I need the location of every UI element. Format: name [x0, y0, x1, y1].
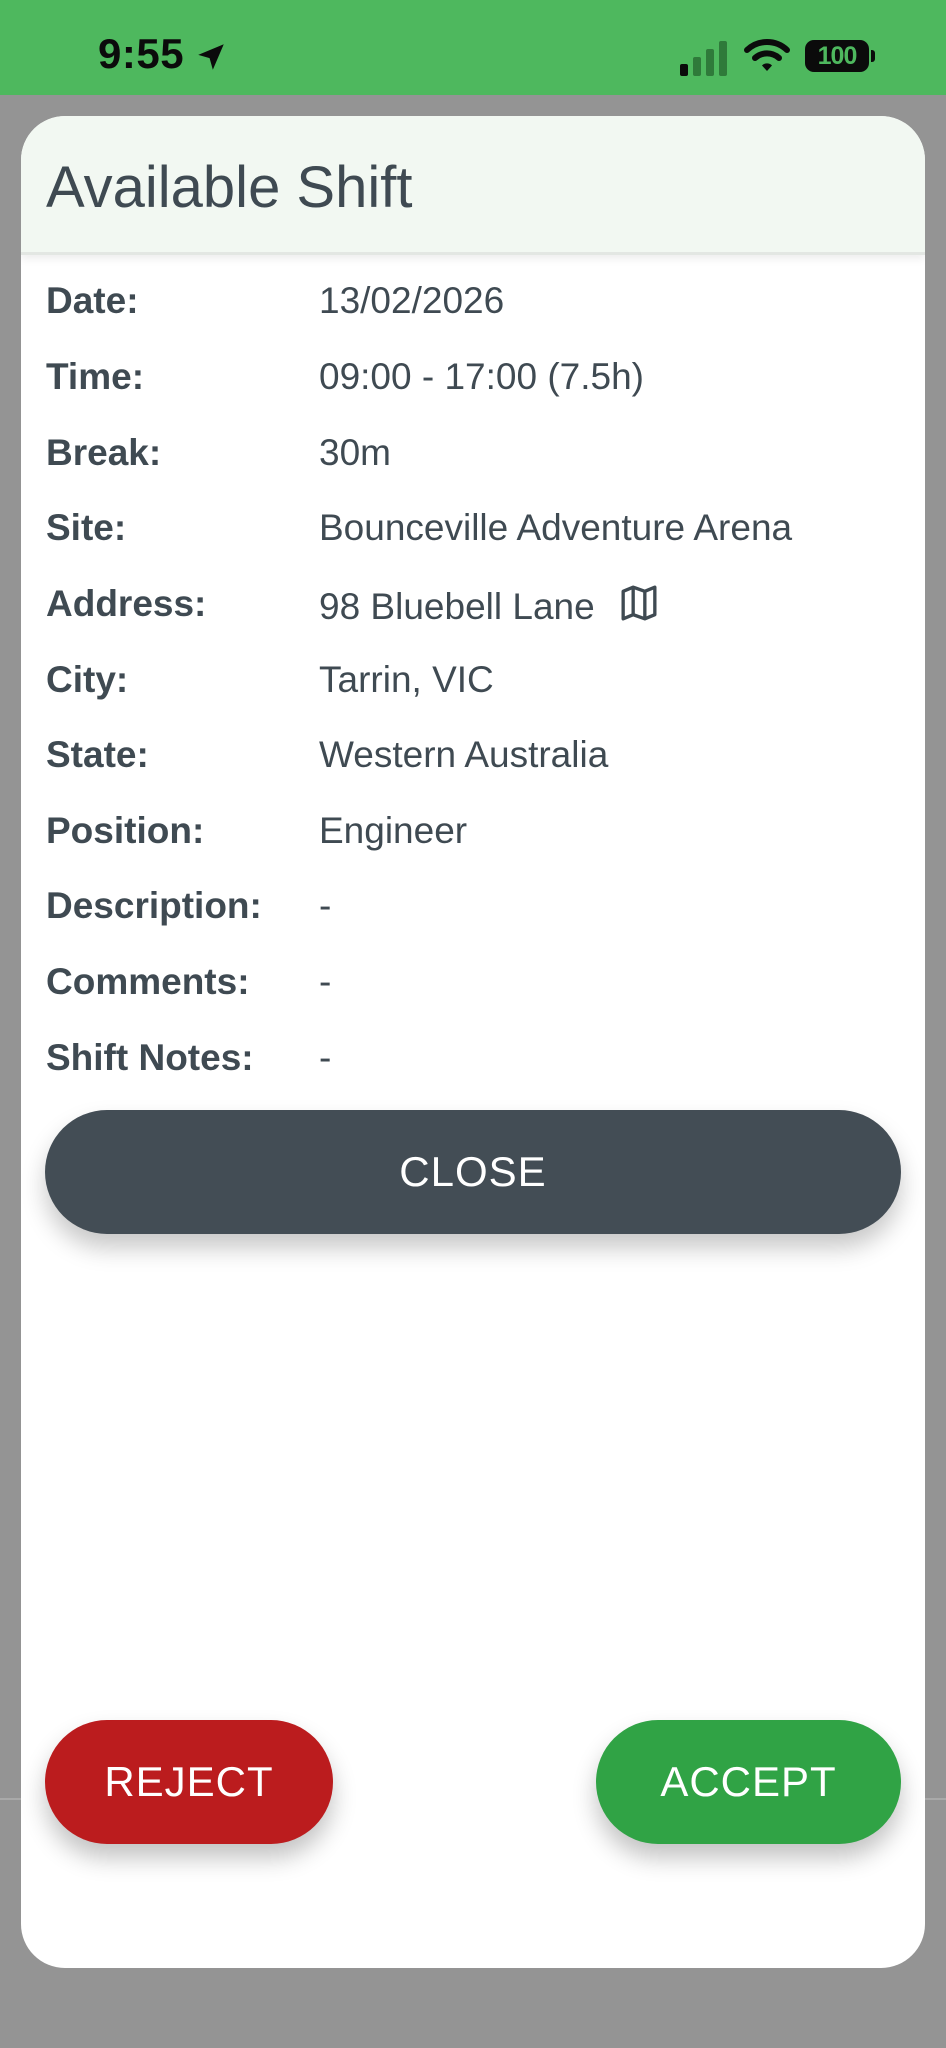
detail-row-city: City: Tarrin, VIC [46, 659, 906, 719]
wifi-icon [744, 39, 790, 71]
detail-value: Tarrin, VIC [319, 659, 494, 700]
detail-label: Address: [46, 583, 207, 624]
detail-label: Position: [46, 810, 205, 851]
detail-label: Comments: [46, 961, 250, 1002]
detail-row-state: State: Western Australia [46, 734, 906, 794]
detail-value: 09:00 - 17:00 (7.5h) [319, 356, 644, 397]
detail-label: State: [46, 734, 149, 775]
detail-row-description: Description: - [46, 885, 906, 945]
detail-label: Time: [46, 356, 145, 397]
detail-row-comments: Comments: - [46, 961, 906, 1021]
dialog-header: Available Shift [21, 116, 925, 255]
detail-label: City: [46, 659, 129, 700]
detail-value: - [319, 1037, 332, 1078]
detail-label: Date: [46, 280, 139, 321]
detail-row-break: Break: 30m [46, 432, 906, 492]
detail-row-shift-notes: Shift Notes: - [46, 1037, 906, 1097]
cellular-signal-icon [680, 41, 727, 76]
detail-row-date: Date: 13/02/2026 [46, 280, 906, 340]
detail-value[interactable]: 98 Bluebell Lane [319, 586, 595, 627]
detail-label: Description: [46, 885, 262, 926]
close-button[interactable]: CLOSE [45, 1110, 901, 1234]
address-value[interactable]: 98 Bluebell Lane [319, 583, 659, 628]
map-icon[interactable] [619, 583, 659, 623]
battery-level: 100 [817, 42, 858, 70]
detail-value: 30m [319, 432, 391, 473]
battery-tip [871, 50, 875, 62]
detail-value: Bounceville Adventure Arena [319, 507, 793, 548]
detail-label: Shift Notes: [46, 1037, 254, 1078]
detail-value: 13/02/2026 [319, 280, 505, 321]
status-time: 9:55 [98, 30, 185, 77]
status-bar: 9:55 100 [0, 0, 946, 95]
detail-value: Engineer [319, 810, 468, 851]
detail-row-position: Position: Engineer [46, 810, 906, 870]
detail-label: Site: [46, 507, 127, 548]
accept-button[interactable]: ACCEPT [596, 1720, 901, 1844]
location-arrow-icon [198, 44, 224, 70]
dialog-title: Available Shift [46, 155, 413, 220]
detail-label: Break: [46, 432, 162, 473]
detail-value: - [319, 961, 332, 1002]
detail-row-time: Time: 09:00 - 17:00 (7.5h) [46, 356, 906, 416]
shift-dialog: Available Shift Date: 13/02/2026 Time: 0… [21, 116, 925, 1968]
battery-icon: 100 [805, 40, 869, 72]
detail-row-address: Address: 98 Bluebell Lane [46, 583, 906, 643]
detail-row-site: Site: Bounceville Adventure Arena [46, 507, 906, 567]
detail-value: - [319, 885, 332, 926]
reject-button[interactable]: REJECT [45, 1720, 333, 1844]
detail-value: Western Australia [319, 734, 609, 775]
